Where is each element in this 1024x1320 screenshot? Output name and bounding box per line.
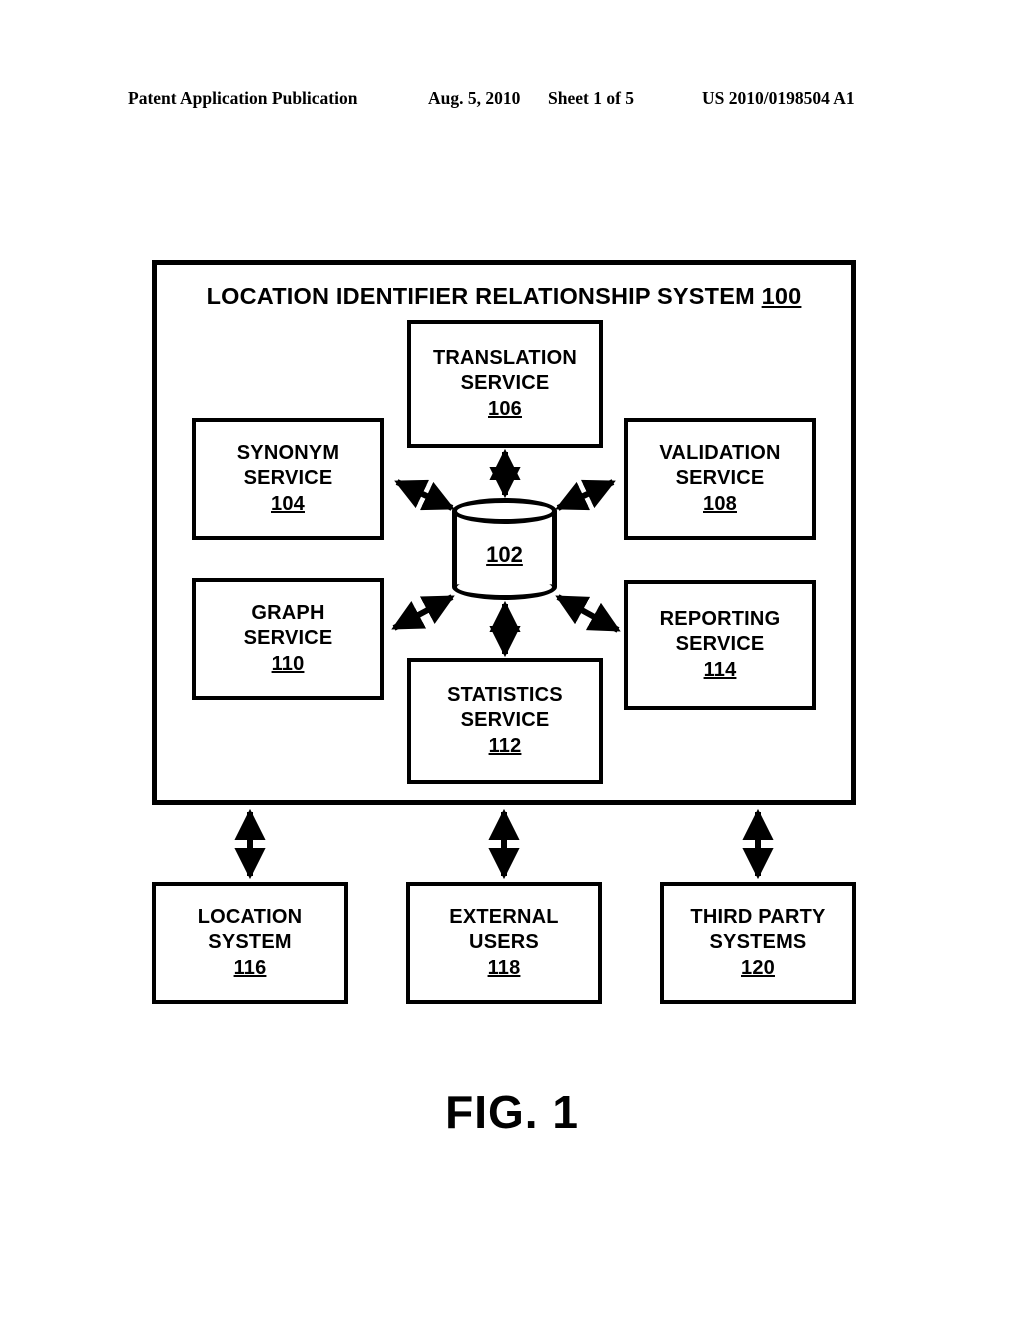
- node-ref: 118: [487, 956, 521, 979]
- node-label-line2: SERVICE: [243, 627, 333, 650]
- node-ref: 110: [271, 652, 305, 675]
- node-ref: 106: [488, 397, 522, 420]
- database-cylinder-icon: 102: [452, 498, 557, 600]
- node-label-line2: USERS: [469, 931, 539, 954]
- node-label-line2: SERVICE: [243, 467, 333, 490]
- system-title: LOCATION IDENTIFIER RELATIONSHIP SYSTEM …: [157, 283, 851, 310]
- node-reporting-service: REPORTING SERVICE 114: [624, 580, 816, 710]
- node-label-line1: GRAPH: [251, 601, 325, 624]
- node-label-line1: THIRD PARTY: [690, 905, 826, 928]
- node-synonym-service: SYNONYM SERVICE 104: [192, 418, 384, 540]
- node-statistics-service: STATISTICS SERVICE 112: [407, 658, 603, 784]
- node-validation-service: VALIDATION SERVICE 108: [624, 418, 816, 540]
- figure-caption: FIG. 1: [445, 1086, 579, 1138]
- node-third-party-systems: THIRD PARTY SYSTEMS 120: [660, 882, 856, 1004]
- node-label-line1: VALIDATION: [659, 441, 781, 464]
- node-label-line1: EXTERNAL: [449, 905, 559, 928]
- system-title-text: LOCATION IDENTIFIER RELATIONSHIP SYSTEM: [206, 283, 755, 309]
- node-label-line1: LOCATION: [197, 905, 303, 928]
- node-label-line2: SERVICE: [460, 709, 550, 732]
- node-label-line1: SYNONYM: [236, 441, 340, 464]
- node-label-line2: SYSTEMS: [709, 931, 807, 954]
- node-translation-service: TRANSLATION SERVICE 106: [407, 320, 603, 448]
- node-ref: 104: [271, 492, 305, 515]
- node-label-line1: TRANSLATION: [432, 346, 578, 369]
- database-ref: 102: [486, 542, 523, 567]
- system-title-ref: 100: [761, 283, 802, 309]
- node-graph-service: GRAPH SERVICE 110: [192, 578, 384, 700]
- node-ref: 108: [703, 492, 737, 515]
- node-label-line2: SERVICE: [675, 633, 765, 656]
- node-ref: 112: [488, 734, 522, 757]
- node-label-line1: STATISTICS: [447, 683, 563, 706]
- node-label-line2: SERVICE: [460, 372, 550, 395]
- node-ref: 120: [741, 956, 775, 979]
- node-external-users: EXTERNAL USERS 118: [406, 882, 602, 1004]
- node-label-line2: SERVICE: [675, 467, 765, 490]
- node-ref: 116: [233, 956, 267, 979]
- node-location-system: LOCATION SYSTEM 116: [152, 882, 348, 1004]
- node-label-line2: SYSTEM: [208, 931, 292, 954]
- node-ref: 114: [703, 658, 737, 681]
- cylinder-top: [452, 498, 557, 524]
- patent-figure: LOCATION IDENTIFIER RELATIONSHIP SYSTEM …: [0, 0, 1024, 1320]
- node-label-line1: REPORTING: [659, 607, 781, 630]
